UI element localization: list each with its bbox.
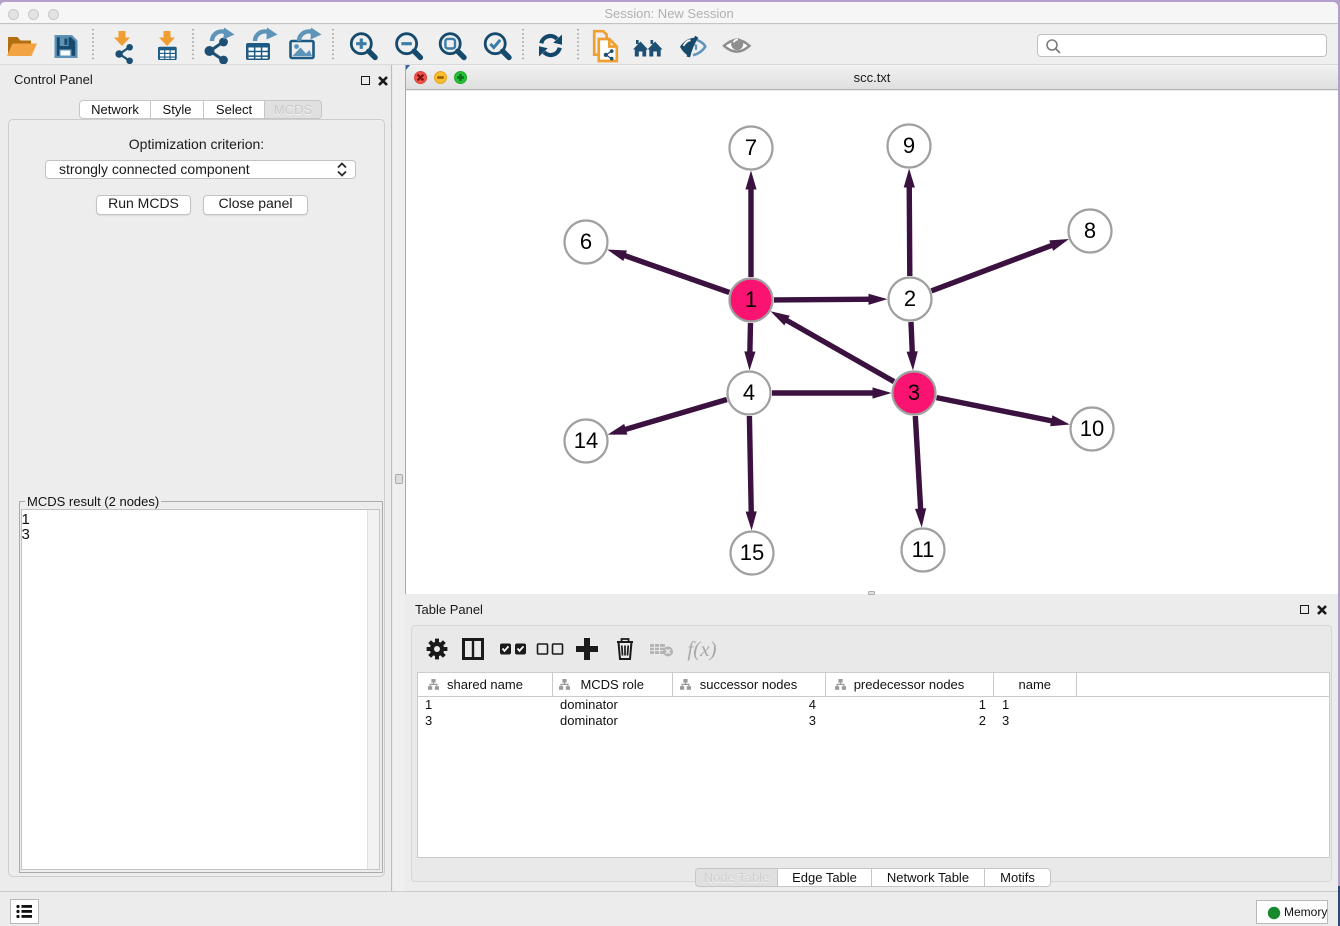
svg-text:7: 7 [745,135,757,160]
svg-text:8: 8 [1084,218,1096,243]
svg-text:11: 11 [912,537,935,562]
svg-text:3: 3 [908,380,920,405]
svg-text:10: 10 [1080,416,1104,441]
svg-text:9: 9 [903,133,915,158]
svg-text:15: 15 [740,540,764,565]
svg-text:4: 4 [743,380,755,405]
svg-text:1: 1 [745,287,757,312]
svg-text:6: 6 [580,229,592,254]
svg-text:2: 2 [904,286,916,311]
svg-text:14: 14 [574,428,598,453]
svg-text:f(x): f(x) [687,637,716,661]
